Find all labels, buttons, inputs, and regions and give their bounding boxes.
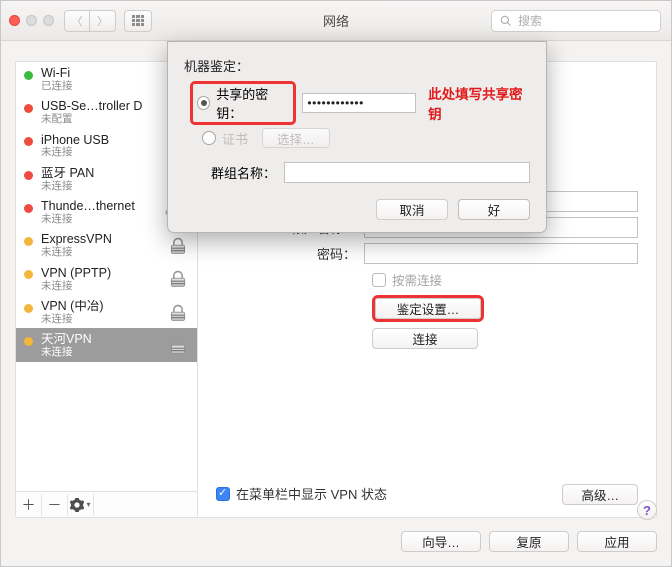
lock-icon — [167, 235, 189, 257]
lock-icon — [167, 268, 189, 290]
grid-icon — [132, 15, 144, 27]
interface-name: VPN (中冶) — [41, 300, 159, 314]
add-interface-button[interactable]: ＋ — [16, 494, 42, 516]
auth-settings-button[interactable]: 鉴定设置… — [375, 298, 481, 319]
wizard-button[interactable]: 向导… — [401, 531, 481, 552]
interface-status: 未连接 — [41, 247, 159, 259]
zoom-window-button — [43, 15, 54, 26]
revert-button[interactable]: 复原 — [489, 531, 569, 552]
interface-name: Thunde…thernet — [41, 200, 159, 214]
search-icon — [500, 15, 512, 27]
advanced-button[interactable]: 高级… — [562, 484, 638, 505]
group-name-label: 群组名称： — [184, 163, 284, 182]
show-vpn-status-checkbox[interactable] — [216, 487, 230, 501]
sidebar-item[interactable]: VPN (PPTP)未连接 — [16, 262, 197, 295]
help-button[interactable]: ? — [637, 500, 657, 520]
interface-status: 未连接 — [41, 281, 159, 293]
shared-secret-row: 共享的密钥： •••••••••••• 此处填写共享密钥 — [190, 81, 530, 125]
preferences-window: 〈 〉 网络 搜索 Wi-Fi已连接USB-Se…troller D未配置iPh… — [0, 0, 672, 567]
back-button[interactable]: 〈 — [64, 10, 90, 32]
status-dot — [24, 71, 33, 80]
lock-icon — [167, 302, 189, 324]
sidebar-footer: ＋ － ▾ — [16, 491, 198, 517]
shared-secret-highlight: 共享的密钥： — [190, 81, 296, 125]
gear-icon — [70, 498, 84, 512]
lock-icon — [167, 335, 189, 357]
shared-secret-label: 共享的密钥： — [216, 84, 289, 122]
nav-group: 〈 〉 — [64, 10, 116, 32]
status-dot — [24, 104, 33, 113]
search-placeholder: 搜索 — [518, 12, 542, 29]
minimize-window-button — [26, 15, 37, 26]
on-demand-checkbox[interactable] — [372, 273, 386, 287]
certificate-label: 证书 — [222, 129, 248, 148]
interface-status: 未连接 — [41, 347, 159, 359]
traffic-lights — [9, 15, 54, 26]
certificate-row: 证书 选择… — [202, 128, 530, 148]
sheet-ok-button[interactable]: 好 — [458, 199, 530, 220]
interface-name: 蓝牙 PAN — [41, 167, 159, 181]
apply-button[interactable]: 应用 — [577, 531, 657, 552]
group-name-row: 群组名称： — [184, 162, 530, 183]
show-all-button[interactable] — [124, 10, 152, 32]
connect-button[interactable]: 连接 — [372, 328, 478, 349]
certificate-radio[interactable] — [202, 131, 216, 145]
status-dot — [24, 204, 33, 213]
password-row: 密码： — [216, 243, 638, 264]
remove-interface-button[interactable]: － — [42, 494, 68, 516]
group-name-input[interactable] — [284, 162, 530, 183]
password-input[interactable] — [364, 243, 638, 264]
shared-secret-input[interactable]: •••••••••••• — [302, 93, 416, 113]
forward-button[interactable]: 〉 — [90, 10, 116, 32]
interface-status: 未连接 — [41, 314, 159, 326]
status-dot — [24, 171, 33, 180]
password-label: 密码： — [216, 244, 364, 263]
chevron-down-icon: ▾ — [86, 500, 90, 509]
sidebar-item[interactable]: ExpressVPN未连接 — [16, 228, 197, 261]
sidebar-item[interactable]: VPN (中冶)未连接 — [16, 295, 197, 328]
shared-secret-annotation: 此处填写共享密钥 — [428, 83, 530, 123]
on-demand-row: 按需连接 — [372, 270, 638, 289]
interface-status: 未连接 — [41, 181, 159, 193]
sheet-cancel-button[interactable]: 取消 — [376, 199, 448, 220]
on-demand-label: 按需连接 — [392, 270, 442, 289]
auth-sheet: 机器鉴定： 共享的密钥： •••••••••••• 此处填写共享密钥 证书 选择… — [167, 41, 547, 233]
show-vpn-status-row: 在菜单栏中显示 VPN 状态 — [216, 484, 387, 503]
auth-settings-highlight: 鉴定设置… — [372, 295, 484, 322]
choose-certificate-button: 选择… — [262, 128, 330, 148]
auth-sheet-title: 机器鉴定： — [184, 56, 530, 75]
interface-status: 未连接 — [41, 214, 159, 226]
status-dot — [24, 304, 33, 313]
titlebar: 〈 〉 网络 搜索 — [1, 1, 671, 41]
search-field[interactable]: 搜索 — [491, 10, 661, 32]
close-window-button[interactable] — [9, 15, 20, 26]
action-menu-button[interactable]: ▾ — [68, 494, 94, 516]
show-vpn-status-label: 在菜单栏中显示 VPN 状态 — [236, 484, 387, 503]
status-dot — [24, 337, 33, 346]
sidebar-item[interactable]: 天河VPN未连接 — [16, 328, 197, 361]
status-dot — [24, 237, 33, 246]
interface-name: VPN (PPTP) — [41, 267, 159, 281]
bottom-bar: 向导… 复原 应用 — [15, 526, 657, 556]
status-dot — [24, 270, 33, 279]
status-dot — [24, 137, 33, 146]
shared-secret-radio[interactable] — [197, 96, 210, 110]
